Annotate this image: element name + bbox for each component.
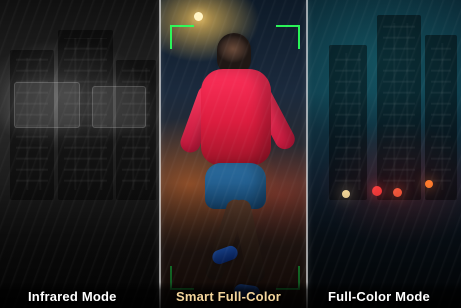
smart-full-color-panel	[160, 0, 307, 308]
left-sign-2	[92, 86, 146, 128]
infrared-mode-label: Infrared Mode	[28, 289, 117, 304]
full-color-mode-panel	[307, 0, 461, 308]
left-sign-1	[14, 82, 80, 128]
panel-divider-left	[159, 0, 161, 308]
focus-bracket-top-right	[276, 25, 300, 49]
runner-shorts	[205, 163, 266, 209]
right-headlight-1	[342, 190, 350, 198]
runner-jacket	[201, 69, 271, 165]
smart-full-color-label: Smart Full-Color	[176, 289, 282, 304]
runner-right-arm	[247, 81, 299, 153]
left-building-1	[10, 50, 54, 200]
left-building-3	[116, 60, 156, 200]
right-rain-texture	[307, 0, 461, 308]
full-color-mode-label: Full-Color Mode	[328, 289, 430, 304]
comparison-stage: Infrared Mode Smart Full-Color Full-Colo…	[0, 0, 461, 308]
left-building-2	[58, 30, 113, 200]
mode-labels-bar: Infrared Mode Smart Full-Color Full-Colo…	[0, 282, 461, 308]
left-buildings	[0, 0, 160, 308]
runner-left-arm	[177, 82, 221, 156]
right-building-2	[377, 15, 421, 200]
runner-left-leg	[203, 197, 247, 283]
right-taillight-1	[372, 186, 382, 196]
runner-left-shoe	[210, 243, 240, 267]
right-buildings	[307, 0, 461, 308]
focus-bracket-top-left	[170, 25, 194, 49]
left-rain-texture	[0, 0, 160, 308]
infrared-mode-panel	[0, 0, 160, 308]
runner-right-leg	[231, 198, 267, 284]
right-signal-1	[425, 180, 433, 188]
right-taillight-2	[393, 188, 402, 197]
right-building-3	[425, 35, 457, 200]
runner-head	[217, 33, 251, 75]
right-building-1	[329, 45, 367, 200]
street-lamp-light	[194, 12, 203, 21]
panel-divider-right	[306, 0, 308, 308]
